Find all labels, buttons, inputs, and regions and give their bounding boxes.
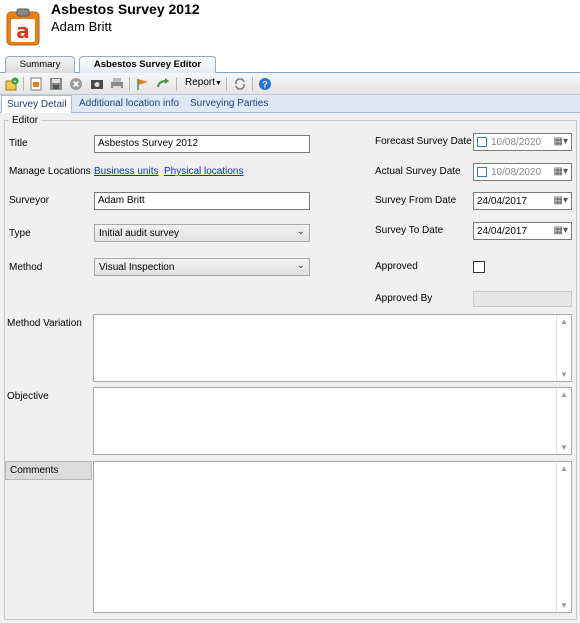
title-label: Title (9, 138, 28, 149)
method-label: Method (9, 262, 43, 273)
comments-textarea[interactable]: ▲ ▼ (93, 461, 572, 613)
tab-summary[interactable]: Summary (5, 56, 75, 73)
save-icon[interactable] (49, 77, 63, 91)
scroll-up-icon[interactable]: ▲ (560, 317, 568, 326)
svg-text:a: a (16, 19, 30, 43)
page-subtitle: Adam Britt (51, 19, 112, 34)
survey-from-label: Survey From Date (375, 195, 457, 206)
scroll-down-icon[interactable]: ▼ (560, 370, 568, 379)
method-select[interactable]: Visual Inspection ⌄ (94, 258, 310, 276)
surveyor-label: Surveyor (9, 195, 50, 206)
method-select-value: Visual Inspection (99, 262, 175, 273)
refresh-icon[interactable] (233, 77, 247, 91)
help-icon[interactable]: ? (258, 77, 272, 91)
report-menu[interactable]: Report▼ (185, 77, 222, 88)
survey-from-picker[interactable]: 24/04/2017 ▦▾ (473, 192, 572, 210)
approved-by-field (473, 291, 572, 307)
method-variation-label: Method Variation (7, 318, 82, 329)
toolbar: + Report▼ ? (0, 73, 580, 95)
actual-date-picker[interactable]: 10/08/2020 ▦▾ (473, 163, 572, 181)
calendar-dropdown-icon[interactable]: ▦▾ (554, 166, 568, 177)
approved-label: Approved (375, 261, 418, 272)
scrollbar[interactable]: ▲ ▼ (556, 462, 571, 612)
physical-locations-link[interactable]: Physical locations (164, 166, 243, 177)
actual-date-value: 10/08/2020 (491, 167, 542, 178)
title-field[interactable]: Asbestos Survey 2012 (94, 135, 310, 153)
scroll-up-icon[interactable]: ▲ (560, 390, 568, 399)
calendar-dropdown-icon[interactable]: ▦▾ (554, 195, 568, 206)
manage-locations-label: Manage Locations (9, 166, 91, 177)
sub-tabs: Survey Detail Additional location info S… (0, 95, 580, 113)
window-header: a Asbestos Survey 2012 Adam Britt (0, 0, 580, 55)
page-title: Asbestos Survey 2012 (51, 1, 200, 17)
objective-textarea[interactable]: ▲ ▼ (93, 387, 572, 455)
print-icon[interactable] (110, 77, 124, 91)
chevron-down-icon: ▼ (215, 80, 222, 87)
method-variation-textarea[interactable]: ▲ ▼ (93, 314, 572, 382)
survey-from-value: 24/04/2017 (477, 196, 528, 207)
scrollbar[interactable]: ▲ ▼ (556, 388, 571, 454)
actual-date-label: Actual Survey Date (375, 166, 461, 177)
scroll-down-icon[interactable]: ▼ (560, 443, 568, 452)
type-select[interactable]: Initial audit survey ⌄ (94, 224, 310, 242)
forecast-date-value: 10/08/2020 (491, 137, 542, 148)
asbestos-app-icon: a (6, 8, 40, 46)
tab-additional-location-info[interactable]: Additional location info (79, 98, 179, 109)
scrollbar[interactable]: ▲ ▼ (556, 315, 571, 381)
report-label: Report (185, 77, 216, 88)
survey-to-picker[interactable]: 24/04/2017 ▦▾ (473, 222, 572, 240)
camera-icon[interactable] (90, 77, 104, 91)
editor-group-label: Editor (9, 115, 42, 126)
chevron-down-icon: ⌄ (296, 260, 305, 271)
business-units-link[interactable]: Business units (94, 166, 158, 177)
add-icon[interactable]: + (5, 77, 19, 91)
forecast-date-checkbox[interactable] (477, 137, 487, 147)
calendar-dropdown-icon[interactable]: ▦▾ (554, 225, 568, 236)
scroll-down-icon[interactable]: ▼ (560, 601, 568, 610)
forward-icon[interactable] (156, 77, 170, 91)
document-icon[interactable] (29, 77, 43, 91)
actual-date-checkbox[interactable] (477, 167, 487, 177)
approved-checkbox[interactable] (473, 261, 485, 273)
forecast-date-label: Forecast Survey Date (375, 136, 472, 147)
chevron-down-icon: ⌄ (296, 226, 305, 237)
flag-icon[interactable] (136, 77, 150, 91)
survey-to-label: Survey To Date (375, 225, 444, 236)
main-tabs: Summary Asbestos Survey Editor (0, 55, 580, 74)
forecast-date-picker[interactable]: 10/08/2020 ▦▾ (473, 133, 572, 151)
survey-to-value: 24/04/2017 (477, 226, 528, 237)
objective-label: Objective (7, 391, 49, 402)
svg-text:+: + (13, 80, 17, 86)
cancel-icon[interactable] (69, 77, 83, 91)
type-select-value: Initial audit survey (99, 228, 180, 239)
svg-text:?: ? (262, 80, 268, 90)
surveyor-field[interactable]: Adam Britt (94, 192, 310, 210)
scroll-up-icon[interactable]: ▲ (560, 464, 568, 473)
tab-asbestos-survey-editor[interactable]: Asbestos Survey Editor (79, 56, 216, 74)
approved-by-label: Approved By (375, 293, 433, 304)
tab-surveying-parties[interactable]: Surveying Parties (190, 98, 268, 109)
comments-label: Comments (5, 461, 92, 480)
type-label: Type (9, 228, 31, 239)
calendar-dropdown-icon[interactable]: ▦▾ (554, 136, 568, 147)
tab-survey-detail[interactable]: Survey Detail (1, 95, 73, 113)
